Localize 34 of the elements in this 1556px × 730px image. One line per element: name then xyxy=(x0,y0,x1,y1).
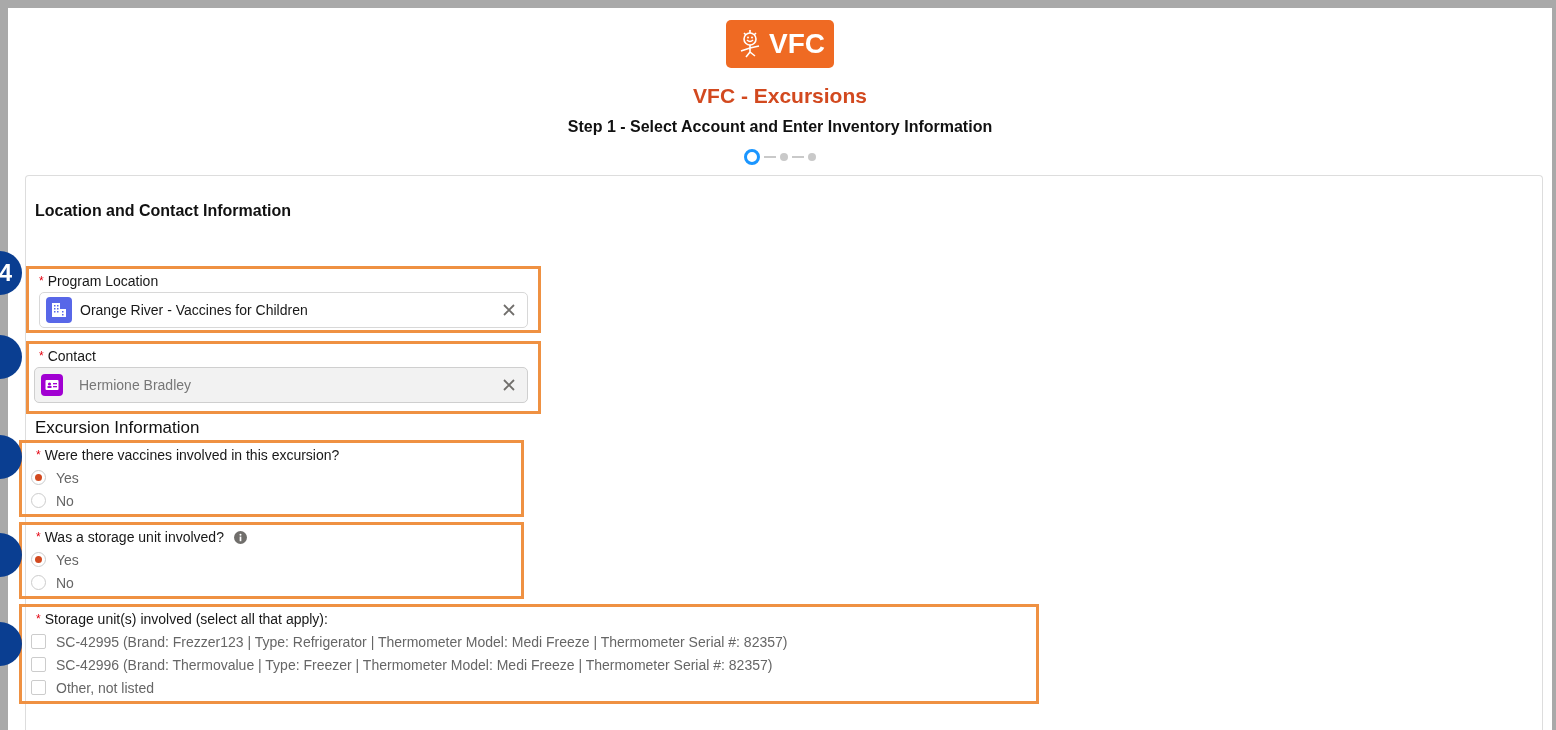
option-label: No xyxy=(56,574,74,591)
field-label: Contact xyxy=(47,348,96,364)
option-label: Yes xyxy=(56,551,79,568)
checkbox[interactable] xyxy=(31,657,46,672)
field-label: Storage unit(s) involved (select all that apply): xyxy=(44,611,328,627)
field-label: Were there vaccines involved in this excursion? xyxy=(44,447,340,463)
building-icon xyxy=(46,297,72,323)
info-icon[interactable] xyxy=(233,530,247,544)
radio-button[interactable] xyxy=(31,575,46,590)
section-title: Location and Contact Information xyxy=(35,202,292,220)
option-label: Other, not listed xyxy=(56,679,155,696)
contact-card-icon xyxy=(41,374,63,396)
required-asterisk: * xyxy=(39,349,44,363)
radio-button[interactable] xyxy=(31,470,46,485)
option-label: No xyxy=(56,492,74,509)
section-heading: Excursion Information xyxy=(35,418,201,438)
option-label: SC-42995 (Brand: Frezzer123 | Type: Refrigerator | Thermometer Model: Medi Freeze | Thermometer Serial #: 82357) xyxy=(56,633,788,650)
radio-button[interactable] xyxy=(31,493,46,508)
field-label: Was a storage unit involved? xyxy=(44,529,224,545)
required-asterisk: * xyxy=(36,612,41,626)
page-title: VFC - Excursions xyxy=(693,84,867,108)
required-asterisk: * xyxy=(36,448,41,462)
vfc-logo: VFC xyxy=(726,20,834,68)
required-asterisk: * xyxy=(36,530,41,544)
option-label: Yes xyxy=(56,469,79,486)
radio-button[interactable] xyxy=(31,552,46,567)
clear-icon[interactable] xyxy=(503,304,515,316)
checkbox[interactable] xyxy=(31,634,46,649)
lookup-field[interactable]: Orange River - Vaccines for Children xyxy=(39,292,528,328)
field-label: Program Location xyxy=(47,273,159,289)
checkbox[interactable] xyxy=(31,680,46,695)
option-label: SC-42996 (Brand: Thermovalue | Type: Freezer | Thermometer Model: Medi Freeze | Thermometer Serial #: 82357) xyxy=(56,656,773,673)
required-asterisk: * xyxy=(39,274,44,288)
step-title: Step 1 - Select Account and Enter Inventory Information xyxy=(567,118,993,136)
